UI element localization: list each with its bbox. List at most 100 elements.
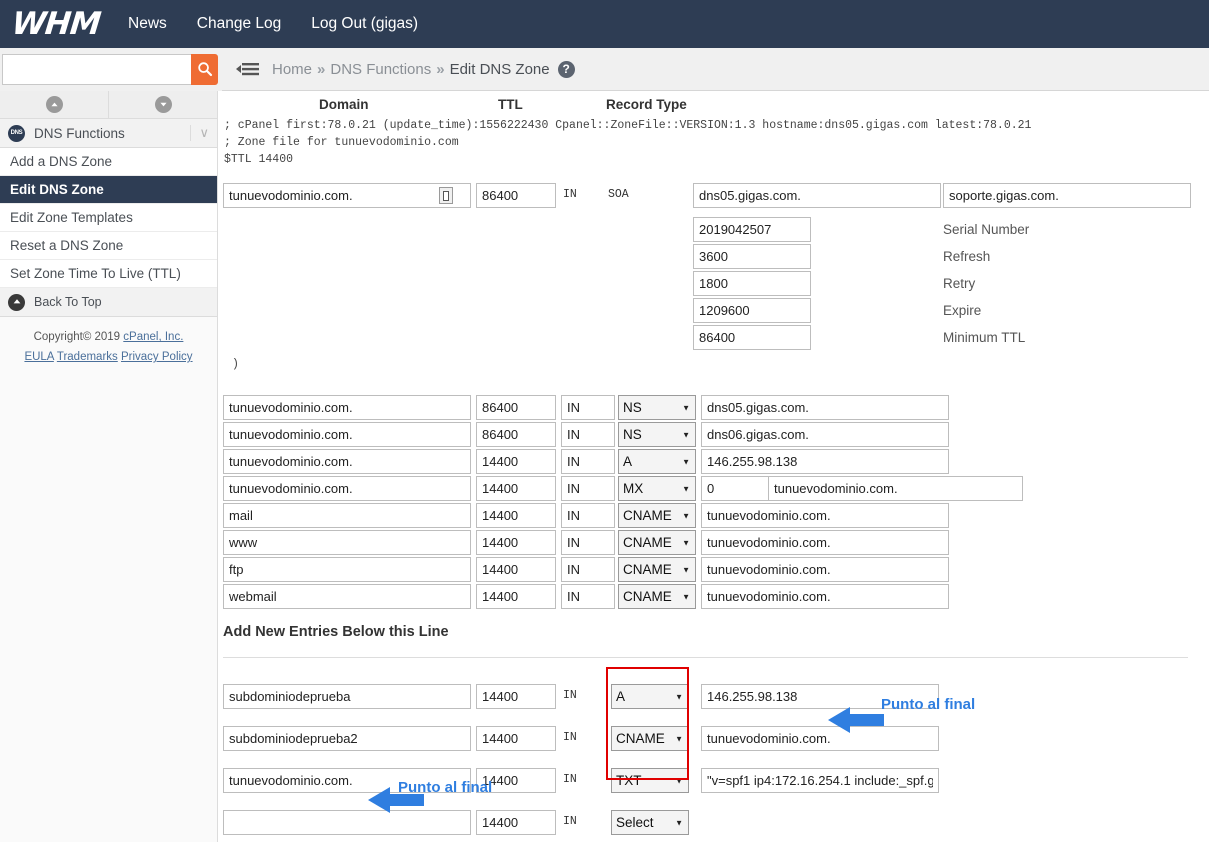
new-record-domain-input[interactable] [223, 810, 471, 835]
record-domain-input[interactable] [223, 503, 471, 528]
record-class-input[interactable] [561, 422, 615, 447]
soa-expire-input[interactable] [693, 298, 811, 323]
record-value-cell [701, 503, 949, 528]
search-icon[interactable] [191, 54, 218, 85]
soa-refresh-input[interactable] [693, 244, 811, 269]
record-ttl-input[interactable] [476, 395, 556, 420]
record-domain-input[interactable] [223, 476, 471, 501]
soa-domain-input[interactable] [223, 183, 471, 208]
new-record-ttl-cell [476, 726, 556, 751]
new-record-value-input[interactable] [701, 768, 939, 793]
record-value-input[interactable] [701, 530, 949, 555]
record-domain-input[interactable] [223, 557, 471, 582]
new-record-ttl-input[interactable] [476, 726, 556, 751]
record-type-select[interactable]: NS [618, 395, 696, 420]
copyright-line: Copyright© 2019 cPanel, Inc. [6, 327, 211, 347]
record-class-input[interactable] [561, 557, 615, 582]
soa-serial-input[interactable] [693, 217, 811, 242]
sidebar-item-edit-dns-zone[interactable]: Edit DNS Zone [0, 176, 217, 204]
sidebar-item-add-a-dns-zone[interactable]: Add a DNS Zone [0, 148, 217, 176]
soa-email-input[interactable] [943, 183, 1191, 208]
record-value-input[interactable] [701, 422, 949, 447]
record-value-input[interactable] [701, 503, 949, 528]
record-ttl-input[interactable] [476, 422, 556, 447]
sidebar-toggle-icon[interactable] [234, 55, 262, 83]
record-value-input[interactable] [768, 476, 1023, 501]
back-to-top-button[interactable]: Back To Top [0, 288, 217, 317]
nav-change-log[interactable]: Change Log [197, 15, 281, 33]
record-value-input[interactable] [701, 584, 949, 609]
record-domain-input[interactable] [223, 449, 471, 474]
record-type-select[interactable]: MX [618, 476, 696, 501]
eula-link[interactable]: EULA [24, 351, 53, 363]
new-record-ttl-input[interactable] [476, 810, 556, 835]
record-class-input[interactable] [561, 395, 615, 420]
record-ttl-input[interactable] [476, 476, 556, 501]
breadcrumb-dns-functions[interactable]: DNS Functions [330, 61, 431, 78]
record-ttl-input[interactable] [476, 449, 556, 474]
cpanel-inc-link[interactable]: cPanel, Inc. [123, 331, 183, 343]
privacy-policy-link[interactable]: Privacy Policy [121, 351, 193, 363]
record-class-cell [561, 557, 615, 582]
breadcrumb-home[interactable]: Home [272, 61, 312, 78]
trademarks-link[interactable]: Trademarks [57, 351, 118, 363]
new-record-type-select[interactable]: TXT [611, 768, 689, 793]
nav-news[interactable]: News [128, 15, 167, 33]
record-value-input[interactable] [701, 449, 949, 474]
soa-minimum-ttl-label: Minimum TTL [943, 330, 1025, 345]
table-row [223, 449, 471, 474]
record-type-select[interactable]: CNAME [618, 557, 696, 582]
sidebar: DNS DNS Functions ∨ Add a DNS Zone Edit … [0, 91, 218, 842]
new-record-type-select[interactable]: CNAME [611, 726, 689, 751]
record-type-select[interactable]: CNAME [618, 530, 696, 555]
scroll-down-button[interactable] [109, 91, 217, 119]
soa-domain-spinner-icon[interactable] [439, 187, 453, 204]
soa-retry-input[interactable] [693, 271, 811, 296]
sidebar-item-set-zone-ttl[interactable]: Set Zone Time To Live (TTL) [0, 260, 217, 288]
record-domain-input[interactable] [223, 584, 471, 609]
new-record-domain-input[interactable] [223, 684, 471, 709]
record-class-input[interactable] [561, 503, 615, 528]
new-record-ttl-input[interactable] [476, 684, 556, 709]
arrow-up-icon [8, 294, 25, 311]
soa-ttl-input[interactable] [476, 183, 556, 208]
record-domain-input[interactable] [223, 530, 471, 555]
sidebar-item-edit-zone-templates[interactable]: Edit Zone Templates [0, 204, 217, 232]
search-input[interactable] [2, 54, 191, 85]
record-type-select[interactable]: CNAME [618, 503, 696, 528]
nav-log-out[interactable]: Log Out (gigas) [311, 15, 418, 33]
record-value-input[interactable] [701, 395, 949, 420]
record-ttl-input[interactable] [476, 584, 556, 609]
record-class-input[interactable] [561, 530, 615, 555]
soa-primary-ns-input[interactable] [693, 183, 941, 208]
record-type-select-wrap: MX ▼ [618, 476, 696, 501]
table-row [223, 810, 471, 835]
sidebar-item-label: Edit Zone Templates [10, 210, 133, 225]
mx-priority-input[interactable] [701, 476, 769, 501]
record-value-input[interactable] [701, 557, 949, 582]
record-domain-input[interactable] [223, 395, 471, 420]
record-ttl-input[interactable] [476, 530, 556, 555]
soa-close-brace: ) [226, 356, 239, 373]
record-class-input[interactable] [561, 449, 615, 474]
new-record-domain-input[interactable] [223, 726, 471, 751]
record-type-select[interactable]: NS [618, 422, 696, 447]
record-class-input[interactable] [561, 584, 615, 609]
zone-ttl-directive: $TTL 14400 [218, 151, 1209, 168]
soa-minimum-ttl-input[interactable] [693, 325, 811, 350]
record-ttl-input[interactable] [476, 557, 556, 582]
record-type-select[interactable]: A [618, 449, 696, 474]
record-class-input[interactable] [561, 476, 615, 501]
record-ttl-input[interactable] [476, 503, 556, 528]
chevron-down-icon[interactable]: ∨ [190, 125, 209, 141]
new-record-type-select[interactable]: A [611, 684, 689, 709]
new-record-type-select[interactable]: Select [611, 810, 689, 835]
sidebar-group-dns-functions[interactable]: DNS DNS Functions ∨ [0, 119, 217, 148]
scroll-up-button[interactable] [0, 91, 109, 119]
record-domain-input[interactable] [223, 422, 471, 447]
sidebar-item-reset-a-dns-zone[interactable]: Reset a DNS Zone [0, 232, 217, 260]
record-ttl-cell [476, 557, 556, 582]
record-type-select[interactable]: CNAME [618, 584, 696, 609]
new-record-value-input[interactable] [701, 726, 939, 751]
help-icon[interactable]: ? [558, 61, 575, 78]
